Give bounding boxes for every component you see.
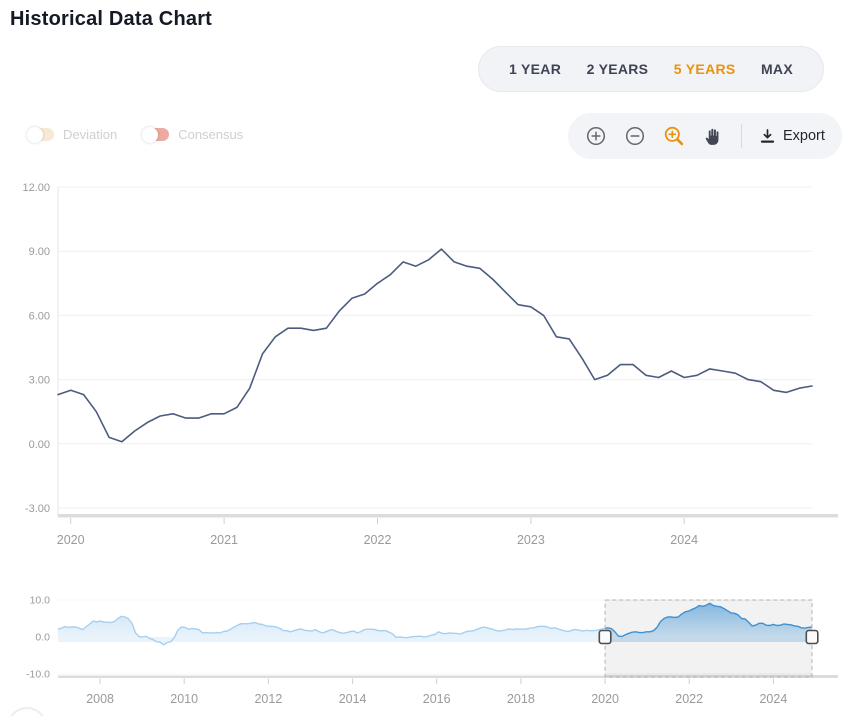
toggle-knob (142, 127, 158, 143)
axis-label: 2021 (210, 533, 238, 547)
range-selector: 1 YEAR 2 YEARS 5 YEARS MAX (478, 46, 824, 92)
axis-label: 2022 (675, 692, 703, 706)
download-icon (759, 128, 776, 145)
main-chart[interactable]: 12.00 9.00 6.00 3.00 0.00 -3.00 2020 2021 2022 20… (0, 175, 844, 555)
navigator-chart[interactable]: 10.0 0.0 -10.0 2008 2010 2012 2014 2016 2018 2020… (0, 590, 844, 716)
axis-label: 12.00 (22, 182, 50, 194)
axis-label: 2018 (507, 692, 535, 706)
range-2-years[interactable]: 2 YEARS (587, 61, 649, 77)
axis-label: 2022 (364, 533, 392, 547)
chart-legend: Deviation Consensus (28, 127, 243, 142)
deviation-label: Deviation (63, 127, 117, 142)
pan-hand-icon[interactable] (703, 126, 724, 147)
axis-label: -3.00 (25, 503, 50, 515)
zoom-in-icon[interactable] (585, 125, 607, 147)
main-chart-canvas: 12.00 9.00 6.00 3.00 0.00 -3.00 2020 2021 2022 20… (0, 175, 844, 555)
page-title: Historical Data Chart (10, 8, 212, 31)
consensus-label: Consensus (178, 127, 243, 142)
axis-label: 3.00 (29, 375, 50, 387)
range-max[interactable]: MAX (761, 61, 793, 77)
range-1-year[interactable]: 1 YEAR (509, 61, 561, 77)
axis-label: 2020 (591, 692, 619, 706)
axis-label: 2024 (670, 533, 698, 547)
axis-label: 2023 (517, 533, 545, 547)
axis-label: 2020 (57, 533, 85, 547)
navigator-selection[interactable] (605, 600, 812, 677)
axis-label: 6.00 (29, 310, 50, 322)
axis-label: -10.0 (26, 669, 50, 681)
axis-label: 2012 (254, 692, 282, 706)
axis-label: 2008 (86, 692, 114, 706)
nav-handle-right[interactable] (806, 631, 818, 644)
unselected-mask (58, 596, 605, 676)
consensus-toggle-switch[interactable] (143, 128, 169, 141)
nav-handle-left[interactable] (599, 631, 611, 644)
toolbar-divider (741, 124, 742, 148)
axis-label: 2016 (423, 692, 451, 706)
main-grid: 12.00 9.00 6.00 3.00 0.00 -3.00 2020 2021 2022 20… (22, 182, 838, 547)
axis-label: 10.0 (30, 595, 51, 607)
export-button[interactable]: Export (759, 128, 825, 145)
range-5-years[interactable]: 5 YEARS (674, 61, 736, 77)
axis-label: 0.00 (29, 439, 50, 451)
selection-zoom-icon[interactable] (663, 125, 686, 148)
toggle-knob (27, 127, 43, 143)
axis-label: 2024 (759, 692, 787, 706)
chart-toolbar: Export (568, 113, 842, 159)
export-label: Export (783, 128, 825, 144)
navigator-canvas: 10.0 0.0 -10.0 2008 2010 2012 2014 2016 2018 2020… (0, 590, 844, 716)
deviation-toggle-switch[interactable] (28, 128, 54, 141)
price-line-series (58, 249, 812, 442)
legend-item-deviation[interactable]: Deviation (28, 127, 117, 142)
axis-label: 0.0 (35, 632, 50, 644)
zoom-out-icon[interactable] (624, 125, 646, 147)
axis-label: 2014 (339, 692, 367, 706)
legend-item-consensus[interactable]: Consensus (143, 127, 243, 142)
axis-label: 9.00 (29, 246, 50, 258)
axis-label: 2010 (170, 692, 198, 706)
